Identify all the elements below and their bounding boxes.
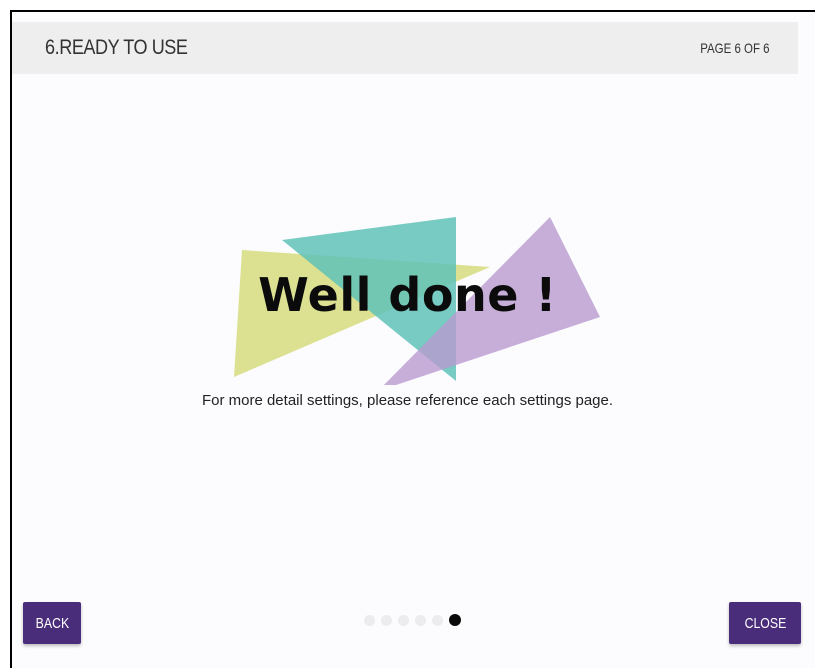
close-button[interactable]: CLOSE (729, 602, 801, 644)
page-title: 6.READY TO USE (45, 36, 188, 59)
page-dot-1 (364, 614, 375, 626)
page-dot-6-active (449, 614, 461, 626)
page-dot-2 (381, 614, 392, 626)
page-indicator: PAGE 6 OF 6 (700, 40, 770, 56)
page-dot-3 (398, 614, 409, 626)
close-button-label: CLOSE (744, 614, 786, 632)
page-dots (364, 613, 467, 627)
back-button-label: BACK (35, 614, 69, 632)
settings-hint-text: For more detail settings, please referen… (201, 392, 614, 409)
success-headline: Well done ! (258, 268, 557, 322)
page-dot-5 (432, 614, 443, 626)
back-button[interactable]: BACK (23, 602, 81, 644)
wizard-header: 6.READY TO USE PAGE 6 OF 6 (12, 22, 798, 74)
page-dot-4 (415, 614, 426, 626)
